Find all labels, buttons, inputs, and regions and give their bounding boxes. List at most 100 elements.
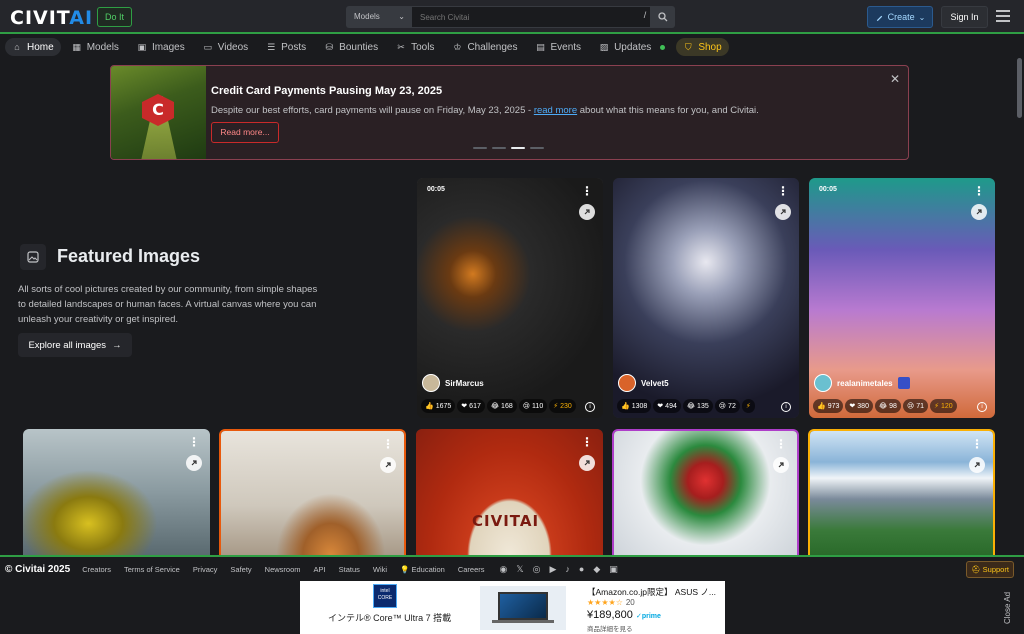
read-more-button[interactable]: Read more...: [211, 122, 279, 143]
footer-link-api[interactable]: API: [314, 565, 326, 574]
nav-videos[interactable]: ▭ Videos: [196, 38, 255, 56]
more-options-icon[interactable]: ⋮: [188, 435, 200, 449]
heart-reaction[interactable]: ❤ 494: [653, 399, 681, 413]
nav-posts[interactable]: ☰ Posts: [259, 38, 313, 56]
instagram-icon[interactable]: ◎: [533, 564, 541, 575]
info-icon[interactable]: i: [977, 402, 987, 412]
nav-events[interactable]: ▤ Events: [528, 38, 588, 56]
footer-link-wiki[interactable]: Wiki: [373, 565, 387, 574]
close-ad-button[interactable]: Close Ad: [1003, 583, 1021, 633]
link-icon[interactable]: [579, 204, 595, 220]
explore-images-button[interactable]: Explore all images →: [18, 333, 132, 357]
reddit-icon[interactable]: ●: [579, 564, 584, 575]
amazon-ad[interactable]: intel CORE インテル® Core™ Ultra 7 搭載 【Amazo…: [300, 581, 725, 634]
link-icon[interactable]: [380, 457, 396, 473]
card-image: [23, 429, 210, 555]
search-input[interactable]: [411, 6, 651, 28]
card-user[interactable]: Velvet5: [618, 374, 669, 392]
civitai-plate-text: CIVITAI: [472, 512, 540, 530]
link-icon[interactable]: [579, 455, 595, 471]
link-icon[interactable]: [969, 457, 985, 473]
heart-reaction[interactable]: ❤ 380: [845, 399, 873, 413]
x-twitter-icon[interactable]: 𝕏: [516, 564, 523, 575]
footer-link-status[interactable]: Status: [339, 565, 360, 574]
signin-button[interactable]: Sign In: [941, 6, 988, 28]
link-icon[interactable]: [186, 455, 202, 471]
nav-label: Posts: [281, 41, 307, 53]
buzz-tip[interactable]: ⚡ 120: [930, 399, 957, 413]
doit-button[interactable]: Do It: [97, 7, 133, 27]
link-icon[interactable]: [773, 457, 789, 473]
cry-reaction[interactable]: 😢 110: [518, 399, 548, 413]
nav-shop[interactable]: ⛉ Shop: [676, 38, 729, 56]
image-card[interactable]: ⋮: [612, 429, 799, 555]
like-reaction[interactable]: 👍 1308: [617, 399, 652, 413]
twitch-icon[interactable]: ▣: [609, 564, 618, 575]
hamburger-menu-icon[interactable]: [996, 10, 1010, 22]
more-options-icon[interactable]: ⋮: [971, 437, 983, 451]
ad-detail-link[interactable]: 商品詳細を見る: [587, 623, 633, 633]
civitai-logo[interactable]: CIVITAI: [10, 7, 93, 29]
image-card[interactable]: ⋮: [23, 429, 210, 555]
tiktok-icon[interactable]: ♪: [565, 564, 570, 575]
link-icon[interactable]: [971, 204, 987, 220]
footer-link-newsroom[interactable]: Newsroom: [265, 565, 301, 574]
ad-product-title[interactable]: 【Amazon.co.jp限定】 ASUS ノ...: [587, 586, 716, 598]
more-options-icon[interactable]: ⋮: [775, 437, 787, 451]
footer-link-terms[interactable]: Terms of Service: [124, 565, 180, 574]
like-reaction[interactable]: 👍 973: [813, 399, 844, 413]
carousel-dot[interactable]: [492, 147, 506, 149]
laugh-reaction[interactable]: 😂 98: [874, 399, 901, 413]
buzz-tip[interactable]: ⚡: [741, 399, 755, 413]
footer-link-education[interactable]: 💡 Education: [400, 565, 445, 574]
footer-link-creators[interactable]: Creators: [82, 565, 111, 574]
more-options-icon[interactable]: ⋮: [382, 437, 394, 451]
nav-images[interactable]: ▣ Images: [130, 38, 192, 56]
link-icon[interactable]: [775, 204, 791, 220]
image-card[interactable]: 00:05 ⋮ realanimetales 👍 973 ❤ 380 😂 98 😢 71…: [809, 178, 995, 418]
more-options-icon[interactable]: ⋮: [777, 184, 789, 198]
cry-reaction[interactable]: 😢 72: [714, 399, 740, 413]
footer-link-careers[interactable]: Careers: [458, 565, 485, 574]
footer-link-safety[interactable]: Safety: [230, 565, 251, 574]
search-category-select[interactable]: Models ⌄: [346, 6, 411, 28]
footer-link-privacy[interactable]: Privacy: [193, 565, 218, 574]
image-card[interactable]: ⋮: [219, 429, 406, 555]
nav-models[interactable]: ▦ Models: [65, 38, 126, 56]
read-more-link[interactable]: read more: [534, 105, 577, 116]
nav-challenges[interactable]: ♔ Challenges: [445, 38, 524, 56]
nav-bounties[interactable]: ⛁ Bounties: [317, 38, 385, 56]
search-button[interactable]: [651, 6, 675, 28]
buzz-tip[interactable]: ⚡ 230: [549, 399, 576, 413]
info-icon[interactable]: i: [781, 402, 791, 412]
support-button[interactable]: ⛑ Support: [966, 561, 1014, 578]
cry-reaction[interactable]: 😢 71: [902, 399, 929, 413]
create-button[interactable]: Create ⌄: [867, 6, 933, 28]
info-icon[interactable]: i: [585, 402, 595, 412]
image-card[interactable]: ⋮: [808, 429, 995, 555]
more-options-icon[interactable]: ⋮: [973, 184, 985, 198]
card-user[interactable]: realanimetales: [814, 374, 910, 392]
image-card[interactable]: ⋮ Velvet5 👍 1308 ❤ 494 😂 135 😢 72 ⚡ i: [613, 178, 799, 418]
more-options-icon[interactable]: ⋮: [581, 184, 593, 198]
like-reaction[interactable]: 👍 1675: [421, 399, 456, 413]
image-card[interactable]: 00:05 ⋮ SirMarcus 👍 1675 ❤ 617 😂 168 😢 110 ⚡…: [417, 178, 603, 418]
image-card[interactable]: CIVITAI ⋮: [416, 429, 603, 555]
card-user[interactable]: SirMarcus: [422, 374, 484, 392]
nav-home[interactable]: ⌂ Home: [5, 38, 61, 56]
chevron-down-icon: ⌄: [398, 12, 405, 21]
nav-updates[interactable]: ▨ Updates: [592, 38, 672, 56]
discord-icon[interactable]: ◉: [500, 564, 508, 575]
page-scrollbar[interactable]: [1017, 58, 1022, 118]
carousel-dot-active[interactable]: [511, 147, 525, 149]
close-icon[interactable]: ✕: [890, 72, 900, 86]
github-icon[interactable]: ◆: [593, 564, 600, 575]
more-options-icon[interactable]: ⋮: [581, 435, 593, 449]
carousel-dot[interactable]: [530, 147, 544, 149]
carousel-dot[interactable]: [473, 147, 487, 149]
heart-reaction[interactable]: ❤ 617: [457, 399, 485, 413]
laugh-reaction[interactable]: 😂 168: [486, 399, 517, 413]
laugh-reaction[interactable]: 😂 135: [682, 399, 713, 413]
nav-tools[interactable]: ✂ Tools: [389, 38, 441, 56]
youtube-icon[interactable]: ▶: [550, 564, 557, 575]
